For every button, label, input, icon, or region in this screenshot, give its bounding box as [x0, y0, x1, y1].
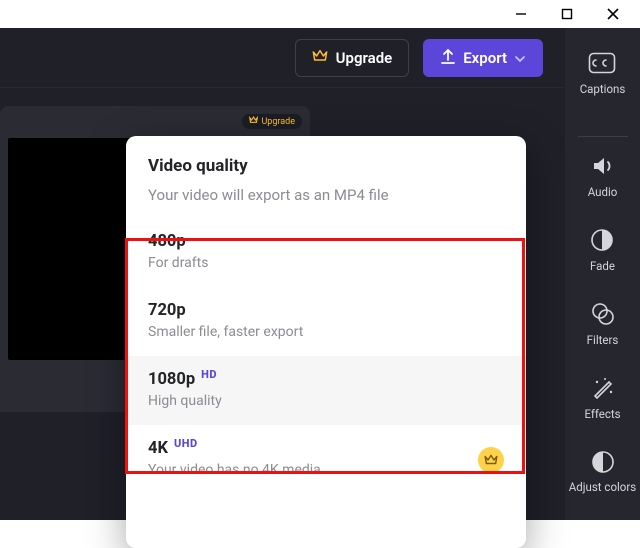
option-name: 480p [148, 232, 186, 251]
window-titlebar [0, 0, 640, 28]
quality-option-720p[interactable]: 720p Smaller file, faster export [126, 287, 526, 356]
maximize-button[interactable] [544, 0, 590, 28]
sidebar-label: Fade [590, 259, 615, 273]
option-tag: UHD [174, 437, 198, 450]
premium-badge [478, 447, 504, 473]
minimize-button[interactable] [498, 0, 544, 28]
sidebar-label: Captions [580, 82, 626, 96]
option-name: 4K [148, 439, 168, 458]
crown-icon [312, 49, 328, 67]
preview-upgrade-label: Upgrade [261, 117, 295, 127]
audio-icon [591, 153, 615, 179]
panel-title: Video quality [148, 156, 504, 176]
close-button[interactable] [590, 0, 636, 28]
right-sidebar: Captions Audio Fade Filters Effects [565, 28, 640, 520]
upload-icon [441, 48, 455, 68]
option-desc: Smaller file, faster export [148, 324, 504, 340]
adjust-colors-icon [591, 449, 615, 475]
chevron-down-icon [515, 49, 525, 67]
export-label: Export [463, 49, 507, 67]
export-button[interactable]: Export [423, 39, 543, 77]
sidebar-item-captions[interactable]: Captions [580, 50, 626, 96]
option-desc: High quality [148, 393, 504, 409]
option-name: 1080p [148, 370, 195, 389]
quality-option-1080p[interactable]: 1080p HD High quality [126, 356, 526, 425]
preview-upgrade-badge[interactable]: Upgrade [242, 114, 302, 129]
sidebar-item-adjust-colors[interactable]: Adjust colors [569, 449, 636, 495]
sidebar-item-audio[interactable]: Audio [588, 153, 618, 199]
export-quality-panel: Video quality Your video will export as … [126, 136, 526, 548]
crown-icon [249, 116, 258, 127]
upgrade-button[interactable]: Upgrade [295, 39, 410, 77]
panel-subtitle: Your video will export as an MP4 file [148, 186, 504, 204]
sidebar-item-fade[interactable]: Fade [590, 227, 615, 273]
sidebar-label: Filters [587, 333, 619, 347]
effects-icon [591, 375, 615, 401]
sidebar-label: Effects [584, 407, 620, 421]
captions-icon [588, 50, 616, 76]
option-name: 720p [148, 301, 186, 320]
sidebar-label: Audio [588, 185, 618, 199]
sidebar-item-effects[interactable]: Effects [584, 375, 620, 421]
sidebar-item-filters[interactable]: Filters [587, 301, 619, 347]
sidebar-label: Adjust colors [569, 481, 636, 495]
filters-icon [590, 301, 616, 327]
quality-option-4k[interactable]: 4K UHD Your video has no 4K media [126, 425, 526, 494]
sidebar-divider [578, 136, 628, 137]
option-tag: HD [201, 368, 217, 381]
topbar: Upgrade Export [0, 28, 565, 88]
option-desc: Your video has no 4K media [148, 462, 504, 478]
upgrade-label: Upgrade [336, 49, 393, 67]
option-desc: For drafts [148, 255, 504, 271]
fade-icon [590, 227, 614, 253]
quality-options: 480p For drafts 720p Smaller file, faste… [126, 218, 526, 494]
quality-option-480p[interactable]: 480p For drafts [126, 218, 526, 287]
